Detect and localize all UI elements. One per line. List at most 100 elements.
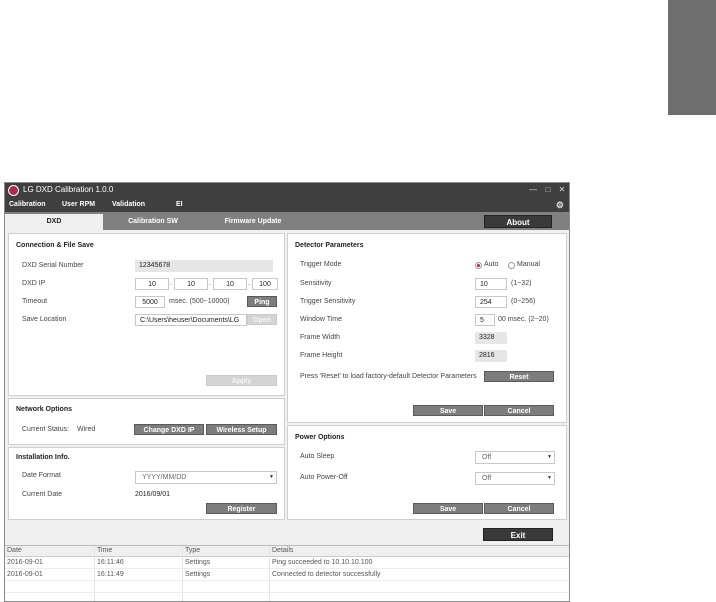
auto-sleep-label: Auto Sleep bbox=[300, 453, 335, 460]
detector-cancel-button[interactable]: Cancel bbox=[484, 405, 554, 416]
power-save-button[interactable]: Save bbox=[413, 503, 483, 514]
date-format-select[interactable]: YYYY/MM/DD ▼ bbox=[135, 471, 277, 484]
auto-label: Auto bbox=[484, 261, 499, 268]
sensitivity-input[interactable]: 10 bbox=[475, 278, 507, 290]
installation-title: Installation Info. bbox=[16, 454, 70, 461]
ip-octet-3[interactable]: 10 bbox=[213, 278, 247, 290]
window-title: LG DXD Calibration 1.0.0 bbox=[23, 185, 114, 194]
log-divider bbox=[182, 546, 183, 601]
date-format-label: Date Format bbox=[22, 472, 61, 479]
auto-poweroff-label: Auto Power-Off bbox=[300, 474, 348, 481]
chevron-down-icon: ▼ bbox=[269, 474, 274, 480]
auto-sleep-value: Off bbox=[482, 454, 492, 461]
detector-save-button[interactable]: Save bbox=[413, 405, 483, 416]
app-window: LG DXD Calibration 1.0.0 — □ ✕ Calibrati… bbox=[4, 182, 570, 602]
trigger-mode-label: Trigger Mode bbox=[300, 261, 342, 268]
sensitivity-hint: (1~32) bbox=[511, 280, 532, 287]
menu-bar: Calibration User RPM Validation EI ⚙ bbox=[5, 199, 569, 212]
log-header-time: Time bbox=[97, 547, 113, 554]
title-bar: LG DXD Calibration 1.0.0 — □ ✕ bbox=[5, 183, 569, 199]
gear-icon[interactable]: ⚙ bbox=[556, 200, 564, 211]
chevron-down-icon: ▼ bbox=[547, 454, 552, 460]
log-cell-details: Ping succeeded to 10.10.10.100 bbox=[272, 559, 373, 566]
tab-dxd[interactable]: DXD bbox=[5, 214, 103, 230]
log-header-date: Date bbox=[7, 547, 22, 554]
ip-octet-4[interactable]: 100 bbox=[252, 278, 278, 290]
power-cancel-button[interactable]: Cancel bbox=[484, 503, 554, 514]
lg-logo-icon bbox=[8, 185, 19, 196]
save-location-label: Save Location bbox=[22, 316, 67, 323]
date-format-value: YYYY/MM/DD bbox=[142, 474, 187, 481]
ip-dot-2: . bbox=[209, 280, 211, 287]
sensitivity-label: Sensitivity bbox=[300, 280, 332, 287]
register-button[interactable]: Register bbox=[206, 503, 277, 514]
reset-hint: Press 'Reset' to load factory-default De… bbox=[300, 373, 477, 380]
connection-panel: Connection & File Save DXD Serial Number… bbox=[8, 233, 285, 396]
frame-height-value: 2816 bbox=[475, 350, 507, 362]
apply-button[interactable]: Apply bbox=[206, 375, 277, 386]
trigger-sensitivity-label: Trigger Sensitivity bbox=[300, 298, 356, 305]
frame-width-value: 3328 bbox=[475, 332, 507, 344]
log-cell-details: Connected to detector successfully bbox=[272, 571, 381, 578]
trigger-sensitivity-input[interactable]: 254 bbox=[475, 296, 507, 308]
tab-bar: DXD Calibration SW Firmware Update About bbox=[5, 212, 569, 230]
log-divider bbox=[269, 546, 270, 601]
menu-calibration[interactable]: Calibration bbox=[9, 201, 46, 208]
detector-title: Detector Parameters bbox=[295, 242, 364, 249]
log-cell-date: 2016-09-01 bbox=[7, 571, 43, 578]
auto-poweroff-value: Off bbox=[482, 475, 492, 482]
status-value: Wired bbox=[77, 426, 96, 433]
minimize-icon[interactable]: — bbox=[527, 184, 539, 196]
auto-sleep-select[interactable]: Off ▼ bbox=[475, 451, 555, 464]
log-divider bbox=[5, 580, 569, 581]
maximize-icon[interactable]: □ bbox=[542, 184, 554, 196]
connection-title: Connection & File Save bbox=[16, 242, 94, 249]
menu-validation[interactable]: Validation bbox=[112, 201, 145, 208]
auto-radio[interactable] bbox=[475, 262, 482, 269]
exit-button[interactable]: Exit bbox=[483, 528, 553, 541]
serial-field: 12345678 bbox=[135, 260, 273, 272]
page-side-tab bbox=[668, 0, 716, 115]
frame-height-label: Frame Height bbox=[300, 352, 343, 359]
log-header-type: Type bbox=[185, 547, 201, 554]
ip-octet-1[interactable]: 10 bbox=[135, 278, 169, 290]
auto-poweroff-select[interactable]: Off ▼ bbox=[475, 472, 555, 485]
close-icon[interactable]: ✕ bbox=[556, 184, 568, 196]
timeout-hint: msec. (500~10000) bbox=[169, 298, 230, 305]
change-ip-button[interactable]: Change DXD IP bbox=[134, 424, 204, 435]
current-date-value: 2016/09/01 bbox=[135, 491, 171, 498]
open-button[interactable]: Open bbox=[247, 314, 277, 325]
window-time-input[interactable]: 5 bbox=[475, 314, 495, 326]
log-divider bbox=[5, 568, 569, 569]
log-cell-type: Settings bbox=[185, 559, 211, 566]
menu-ei[interactable]: EI bbox=[176, 201, 183, 208]
current-date-label: Current Date bbox=[22, 491, 63, 498]
trigger-sensitivity-hint: (0~256) bbox=[511, 298, 536, 305]
status-label: Current Status: bbox=[22, 426, 70, 433]
log-divider bbox=[5, 592, 569, 593]
menu-user-rpm[interactable]: User RPM bbox=[62, 201, 95, 208]
manual-radio[interactable] bbox=[508, 262, 515, 269]
log-header: Date Time Type Details bbox=[5, 546, 569, 557]
timeout-input[interactable]: 5000 bbox=[135, 296, 165, 308]
ping-button[interactable]: Ping bbox=[247, 296, 277, 307]
power-title: Power Options bbox=[295, 434, 345, 441]
power-panel: Power Options Auto Sleep Off ▼ Auto Powe… bbox=[287, 425, 567, 520]
timeout-label: Timeout bbox=[22, 298, 48, 305]
ip-octet-2[interactable]: 10 bbox=[174, 278, 208, 290]
log-divider bbox=[94, 546, 95, 601]
ip-dot-3: . bbox=[248, 280, 250, 287]
ip-dot-1: . bbox=[170, 280, 172, 287]
wireless-setup-button[interactable]: Wireless Setup bbox=[206, 424, 277, 435]
frame-width-label: Frame Width bbox=[300, 334, 341, 341]
tab-firmware-update[interactable]: Firmware Update bbox=[203, 214, 303, 230]
about-button[interactable]: About bbox=[484, 215, 552, 228]
detector-panel: Detector Parameters Trigger Mode Auto Ma… bbox=[287, 233, 567, 423]
ip-label: DXD IP bbox=[22, 280, 46, 287]
window-time-hint: 00 msec. (2~20) bbox=[498, 316, 549, 323]
tab-calibration-sw[interactable]: Calibration SW bbox=[103, 214, 203, 230]
serial-label: DXD Serial Number bbox=[22, 262, 84, 269]
save-location-input[interactable]: C:\Users\heuser\Documents\LG bbox=[135, 314, 247, 326]
log-table: Date Time Type Details 2016-09-01 16:11:… bbox=[5, 545, 569, 601]
reset-button[interactable]: Reset bbox=[484, 371, 554, 382]
